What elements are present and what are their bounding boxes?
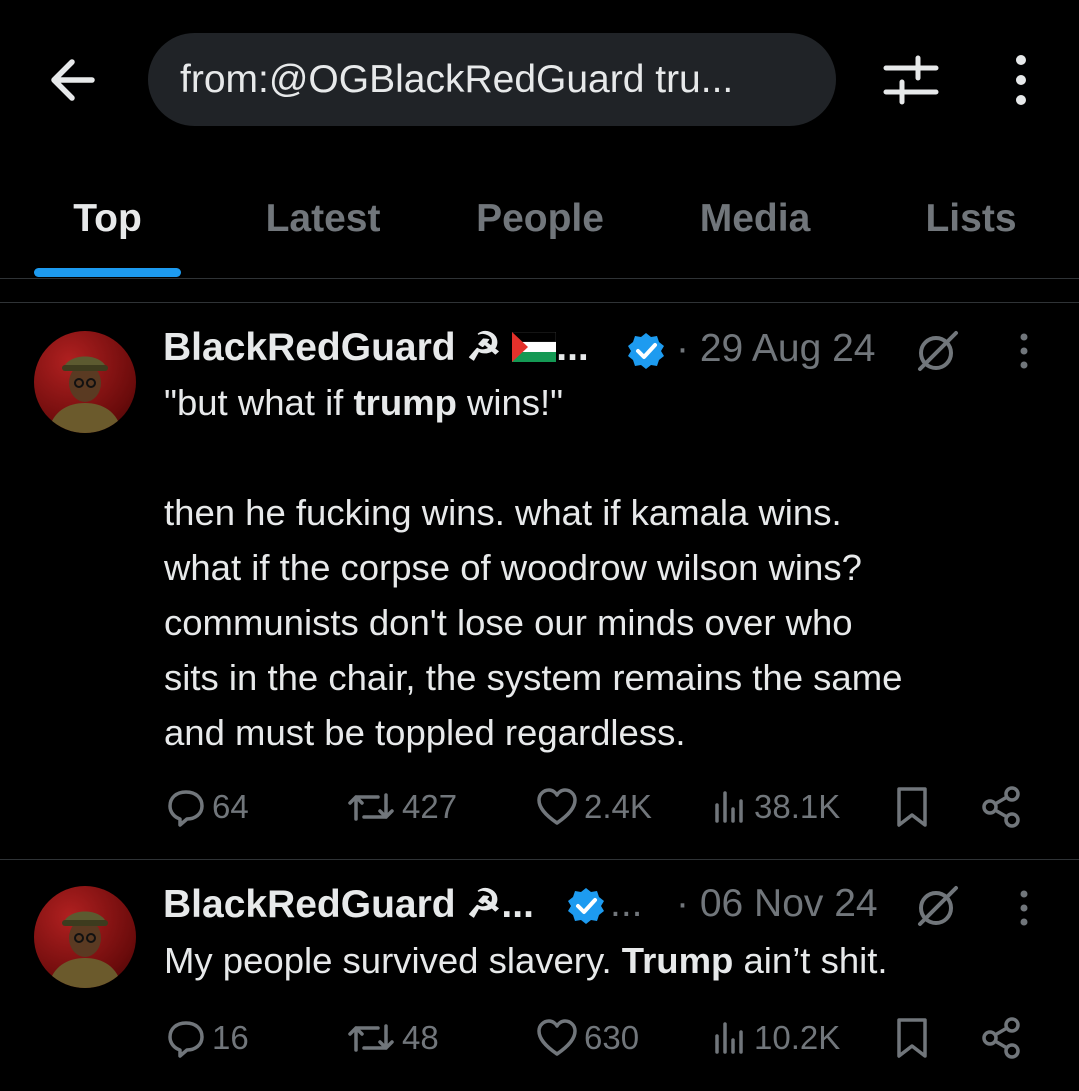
- reply-button[interactable]: 64: [166, 777, 249, 837]
- verified-badge-icon: [626, 331, 666, 376]
- like-count: 630: [584, 1019, 640, 1056]
- active-tab-indicator: [34, 268, 181, 277]
- views-icon: [715, 791, 743, 823]
- tweet-text: My people survived slavery. Trump ain’t …: [164, 933, 1044, 988]
- heart-icon: [537, 788, 577, 825]
- repost-count: 48: [402, 1019, 439, 1056]
- name-ellipsis: ...: [610, 882, 643, 925]
- tweet-line: communists don't lose our minds over who: [164, 602, 853, 643]
- views-icon: [715, 1022, 743, 1054]
- tweet-line: sits in the chair, the system remains th…: [164, 657, 903, 698]
- views-count: 38.1K: [754, 788, 841, 825]
- tweet-line: "but what if trump wins!": [164, 382, 564, 423]
- views-button[interactable]: 38.1K: [712, 777, 840, 837]
- views-button[interactable]: 10.2K: [712, 1008, 840, 1068]
- tab-lists[interactable]: Lists: [904, 160, 1038, 278]
- repost-button[interactable]: 48: [346, 1008, 439, 1068]
- tweet-text: "but what if trump wins!" then he fuckin…: [164, 375, 1044, 760]
- reply-icon: [168, 790, 204, 827]
- bookmark-icon[interactable]: [894, 1008, 930, 1068]
- grok-icon[interactable]: [914, 329, 962, 378]
- tweet-date[interactable]: · 06 Nov 24: [676, 882, 878, 926]
- tweet-card[interactable]: BlackRedGuard ☭... ... · 06 Nov 24 My pe…: [0, 860, 1079, 1091]
- tweet-date[interactable]: · 29 Aug 24: [676, 327, 876, 371]
- heart-icon: [537, 1019, 577, 1056]
- tweet-line: then he fucking wins. what if kamala win…: [164, 492, 842, 533]
- tweet-line: and must be toppled regardless.: [164, 712, 686, 753]
- tweet-line: [164, 430, 1044, 485]
- search-input[interactable]: from:@OGBlackRedGuard tru...: [148, 33, 836, 126]
- repost-button[interactable]: 427: [346, 777, 457, 837]
- top-bar: from:@OGBlackRedGuard tru...: [0, 0, 1079, 160]
- avatar[interactable]: [34, 886, 136, 988]
- more-options-icon[interactable]: [1004, 52, 1038, 108]
- tweet-card[interactable]: BlackRedGuard ☭ ... · 29 Aug 24 "but wha…: [0, 303, 1079, 859]
- like-count: 2.4K: [584, 788, 652, 825]
- search-tabs: Top Latest People Media Lists: [0, 160, 1079, 279]
- tweet-actions: 64 427 2.4K 38.1K: [0, 777, 1079, 837]
- views-count: 10.2K: [754, 1019, 841, 1056]
- reply-button[interactable]: 16: [166, 1008, 249, 1068]
- tab-media[interactable]: Media: [676, 160, 834, 278]
- repost-icon: [348, 1024, 394, 1052]
- filter-sliders-icon[interactable]: [880, 52, 942, 108]
- like-button[interactable]: 630: [536, 1008, 639, 1068]
- repost-count: 427: [402, 788, 458, 825]
- reply-icon: [168, 1021, 204, 1058]
- tweet-line: My people survived slavery. Trump ain’t …: [164, 940, 888, 981]
- reply-count: 64: [212, 788, 249, 825]
- share-icon[interactable]: [980, 1008, 1022, 1068]
- grok-icon[interactable]: [914, 884, 962, 933]
- avatar[interactable]: [34, 331, 136, 433]
- display-name[interactable]: BlackRedGuard ☭ ...: [163, 325, 589, 370]
- like-button[interactable]: 2.4K: [536, 777, 652, 837]
- reply-count: 16: [212, 1019, 249, 1056]
- display-name[interactable]: BlackRedGuard ☭...: [163, 882, 534, 927]
- tab-latest[interactable]: Latest: [240, 160, 406, 278]
- bookmark-icon[interactable]: [894, 777, 930, 837]
- verified-badge-icon: [566, 886, 606, 931]
- back-arrow-icon[interactable]: [44, 50, 104, 110]
- tweet-more-icon[interactable]: [1014, 888, 1034, 933]
- tweet-line: what if the corpse of woodrow wilson win…: [164, 547, 862, 588]
- share-icon[interactable]: [980, 777, 1022, 837]
- repost-icon: [348, 793, 394, 821]
- tweet-more-icon[interactable]: [1014, 331, 1034, 376]
- palestine-flag-icon: [511, 328, 557, 362]
- tab-top[interactable]: Top: [34, 160, 181, 278]
- tweet-actions: 16 48 630 10.2K: [0, 1008, 1079, 1068]
- tab-people[interactable]: People: [452, 160, 628, 278]
